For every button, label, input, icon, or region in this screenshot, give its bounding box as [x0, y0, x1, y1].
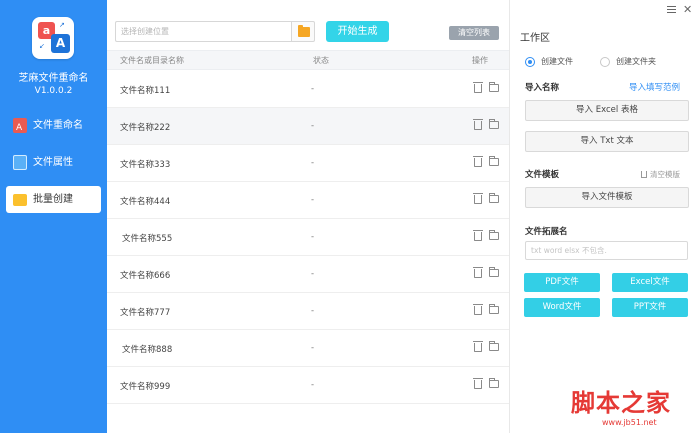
delete-icon[interactable] [473, 156, 483, 167]
table-row[interactable]: 文件名称444 - [107, 182, 509, 219]
radio-create-file[interactable] [525, 57, 535, 67]
workspace-title: 工作区 [520, 33, 550, 44]
clear-template-button[interactable]: 清空模版 [641, 169, 680, 180]
pdf-button[interactable]: PDF文件 [524, 273, 600, 292]
clear-template-label: 清空模版 [650, 170, 680, 179]
ppt-button[interactable]: PPT文件 [612, 298, 688, 317]
folder-icon [298, 25, 310, 37]
watermark-url: www.jb51.net [602, 418, 657, 427]
svg-text:A: A [16, 123, 23, 133]
app-version: V1.0.0.2 [34, 86, 73, 96]
table-header: 文件名或目录名称 状态 操作 [107, 50, 509, 70]
delete-icon[interactable] [473, 82, 483, 93]
import-names-title: 导入名称 [525, 83, 560, 93]
menu-icon[interactable] [667, 6, 676, 14]
table-row[interactable]: 文件名称999 - [107, 367, 509, 404]
status-cell: - [311, 306, 315, 316]
status-cell: - [311, 343, 315, 353]
rename-icon: A [13, 118, 27, 133]
table-row[interactable]: 文件名称777 - [107, 293, 509, 330]
table-row[interactable]: 文件名称555 - [107, 219, 509, 256]
word-button[interactable]: Word文件 [524, 298, 600, 317]
import-txt-button[interactable]: 导入 Txt 文本 [525, 131, 689, 152]
status-cell: - [311, 84, 315, 94]
clear-list-button[interactable]: 清空列表 [449, 26, 499, 40]
status-cell: - [311, 232, 315, 242]
start-generate-button[interactable]: 开始生成 [326, 21, 389, 42]
table-row[interactable]: 文件名称111 - [107, 71, 509, 108]
status-cell: - [311, 269, 315, 279]
main-panel: 开始生成 清空列表 文件名或目录名称 状态 操作 文件名称111 - 文件名称2… [107, 0, 509, 433]
delete-icon [641, 171, 647, 178]
column-header-status: 状态 [313, 56, 329, 65]
file-name-cell: 文件名称888 [122, 345, 173, 355]
status-cell: - [311, 158, 315, 168]
sidebar-item-batch-create[interactable]: 批量创建 [6, 186, 101, 213]
extension-input[interactable] [525, 241, 688, 260]
sidebar-item-label: 文件属性 [33, 157, 73, 168]
delete-icon[interactable] [473, 193, 483, 204]
app-logo-icon: a A ↗ ↙ [32, 17, 74, 59]
status-cell: - [311, 380, 315, 390]
file-name-cell: 文件名称999 [120, 382, 171, 392]
excel-button[interactable]: Excel文件 [612, 273, 688, 292]
table-row[interactable]: 文件名称666 - [107, 256, 509, 293]
radio-label-create-file: 创建文件 [541, 57, 573, 66]
file-name-cell: 文件名称222 [120, 123, 171, 133]
status-cell: - [311, 121, 315, 131]
open-folder-icon[interactable] [489, 267, 499, 277]
radio-label-create-folder: 创建文件夹 [616, 57, 656, 66]
extension-title: 文件拓展名 [525, 227, 568, 237]
open-folder-icon[interactable] [489, 304, 499, 314]
workspace-panel: ✕ 工作区 创建文件 创建文件夹 导入名称 导入填写范例 导入 Excel 表格… [509, 0, 700, 433]
sidebar: a A ↗ ↙ 芝麻文件重命名 V1.0.0.2 A 文件重命名 文件属性 批量… [0, 0, 107, 433]
logo-arrow-icon: ↙ [39, 42, 45, 50]
file-properties-icon [13, 155, 27, 170]
import-example-link[interactable]: 导入填写范例 [629, 81, 680, 93]
open-folder-icon[interactable] [489, 341, 499, 351]
open-folder-icon[interactable] [489, 82, 499, 92]
delete-icon[interactable] [473, 230, 483, 241]
open-folder-icon[interactable] [489, 193, 499, 203]
sidebar-item-rename[interactable]: A 文件重命名 [6, 112, 101, 139]
sidebar-item-label: 批量创建 [33, 194, 73, 205]
delete-icon[interactable] [473, 304, 483, 315]
import-template-button[interactable]: 导入文件模板 [525, 187, 689, 208]
file-name-cell: 文件名称777 [120, 308, 171, 318]
delete-icon[interactable] [473, 341, 483, 352]
close-icon[interactable]: ✕ [683, 3, 692, 16]
logo-arrow-icon: ↗ [59, 21, 65, 29]
sidebar-item-label: 文件重命名 [33, 120, 83, 131]
open-folder-icon[interactable] [489, 156, 499, 166]
open-folder-icon[interactable] [489, 230, 499, 240]
open-folder-icon[interactable] [489, 119, 499, 129]
watermark: 脚本之家 [571, 388, 671, 417]
table-row[interactable]: 文件名称333 - [107, 145, 509, 182]
delete-icon[interactable] [473, 267, 483, 278]
delete-icon[interactable] [473, 119, 483, 130]
radio-create-folder[interactable] [600, 57, 610, 67]
location-input[interactable] [115, 21, 291, 42]
logo-letter-b: A [51, 34, 70, 53]
browse-folder-button[interactable] [291, 21, 315, 42]
template-title: 文件模板 [525, 170, 560, 180]
delete-icon[interactable] [473, 378, 483, 389]
import-excel-button[interactable]: 导入 Excel 表格 [525, 100, 689, 121]
folder-icon [13, 194, 27, 206]
file-name-cell: 文件名称555 [122, 234, 173, 244]
file-name-cell: 文件名称333 [120, 160, 171, 170]
open-folder-icon[interactable] [489, 378, 499, 388]
table-row[interactable]: 文件名称222 - [107, 108, 509, 145]
sidebar-item-file-properties[interactable]: 文件属性 [6, 149, 101, 176]
file-name-cell: 文件名称111 [120, 86, 171, 96]
file-name-cell: 文件名称666 [120, 271, 171, 281]
status-cell: - [311, 195, 315, 205]
column-header-actions: 操作 [472, 56, 488, 65]
column-header-name: 文件名或目录名称 [120, 56, 184, 65]
file-name-cell: 文件名称444 [120, 197, 171, 207]
table-row[interactable]: 文件名称888 - [107, 330, 509, 367]
app-name: 芝麻文件重命名 [18, 73, 89, 84]
